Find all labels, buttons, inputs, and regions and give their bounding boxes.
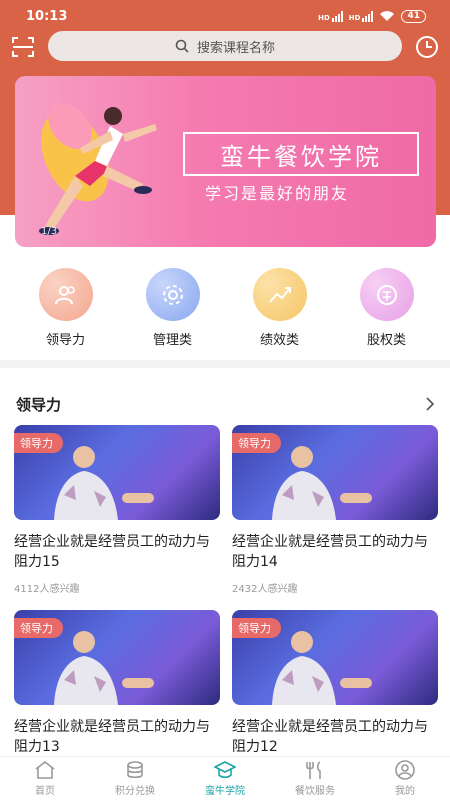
course-thumbnail: 领导力: [232, 425, 438, 520]
course-card[interactable]: 领导力 经营企业就是经营员工的动力与阻力13: [14, 610, 220, 757]
search-placeholder: 搜索课程名称: [196, 40, 275, 56]
course-card[interactable]: 领导力 经营企业就是经营员工的动力与阻力15 4112人感兴趣: [14, 425, 220, 595]
course-interest-count: 4112人感兴趣: [14, 584, 80, 595]
category-label: 领导力: [45, 333, 85, 348]
battery-icon: 41: [401, 9, 426, 23]
banner-title: 蛮牛餐饮学院: [183, 132, 419, 176]
course-card[interactable]: 领导力 经营企业就是经营员工的动力与阻力14 2432人感兴趣: [232, 425, 438, 595]
utensils-icon: [306, 761, 321, 779]
status-bar: 10:13 HD HD 41: [0, 0, 450, 32]
coins-icon: [127, 761, 143, 779]
nav-label: 首页: [35, 786, 55, 797]
course-thumbnail: 领导力: [232, 610, 438, 705]
signal-icon-2: HD: [348, 10, 374, 22]
runner-illustration: [39, 102, 157, 235]
top-bar: 搜索课程名称: [0, 31, 450, 63]
course-tag: 领导力: [14, 433, 63, 453]
category-row: 领导力 管理类 绩效类 股权类: [0, 268, 450, 348]
course-title: 经营企业就是经营员工的动力与阻力12: [232, 719, 428, 755]
course-tag: 领导力: [232, 618, 281, 638]
category-equity[interactable]: 股权类: [333, 268, 440, 348]
banner-page-indicator: 1/3: [41, 226, 58, 237]
course-title: 经营企业就是经营员工的动力与阻力13: [14, 719, 210, 755]
course-thumbnail: 领导力: [14, 425, 220, 520]
people-icon: [38, 268, 93, 321]
chevron-right-icon[interactable]: [424, 396, 436, 412]
signal-icon: HD: [318, 10, 343, 22]
user-icon: [395, 760, 415, 780]
nav-profile[interactable]: 我的: [360, 757, 450, 800]
course-interest-count: 2432人感兴趣: [232, 584, 298, 595]
course-title: 经营企业就是经营员工的动力与阻力14: [232, 534, 428, 570]
category-label: 管理类: [152, 333, 192, 348]
wifi-icon: [380, 11, 395, 21]
home-icon: [35, 760, 55, 779]
course-tag: 领导力: [14, 618, 63, 638]
scan-icon[interactable]: [10, 34, 36, 60]
section-divider: [0, 360, 450, 368]
banner-subtitle: 学习是最好的朋友: [205, 184, 350, 203]
category-performance[interactable]: 绩效类: [226, 268, 333, 348]
status-time: 10:13: [26, 8, 68, 24]
nav-points[interactable]: 积分兑换: [90, 757, 180, 800]
nav-home[interactable]: 首页: [0, 757, 90, 800]
nav-academy[interactable]: 蛮牛学院: [180, 757, 270, 800]
gear-icon: [145, 268, 200, 321]
nav-label: 餐饮服务: [295, 786, 335, 797]
category-management[interactable]: 管理类: [119, 268, 226, 348]
course-title: 经营企业就是经营员工的动力与阻力15: [14, 534, 210, 570]
nav-label: 蛮牛学院: [205, 786, 245, 797]
category-label: 股权类: [366, 333, 406, 348]
clock-icon[interactable]: [414, 34, 440, 60]
bottom-nav: 首页 积分兑换 蛮牛学院 餐饮服务 我的: [0, 756, 450, 800]
trend-icon: [252, 268, 307, 321]
promo-banner[interactable]: 蛮牛餐饮学院 学习是最好的朋友 1/3: [15, 76, 436, 247]
course-tag: 领导力: [232, 433, 281, 453]
nav-catering[interactable]: 餐饮服务: [270, 757, 360, 800]
category-leadership[interactable]: 领导力: [12, 268, 119, 348]
nav-label: 积分兑换: [115, 786, 155, 797]
course-card[interactable]: 领导力 经营企业就是经营员工的动力与阻力12: [232, 610, 438, 757]
status-icons: HD HD 41: [318, 9, 426, 23]
section-header: 领导力: [0, 392, 450, 416]
nav-label: 我的: [395, 786, 415, 797]
course-thumbnail: 领导力: [14, 610, 220, 705]
signal-label-2: HD: [348, 13, 361, 22]
equity-icon: [359, 268, 414, 321]
section-title: 领导力: [16, 396, 62, 414]
search-input[interactable]: 搜索课程名称: [48, 31, 402, 61]
category-label: 绩效类: [259, 333, 299, 348]
signal-label: HD: [318, 13, 330, 22]
graduation-cap-icon: [214, 761, 236, 779]
search-icon: [175, 39, 189, 53]
